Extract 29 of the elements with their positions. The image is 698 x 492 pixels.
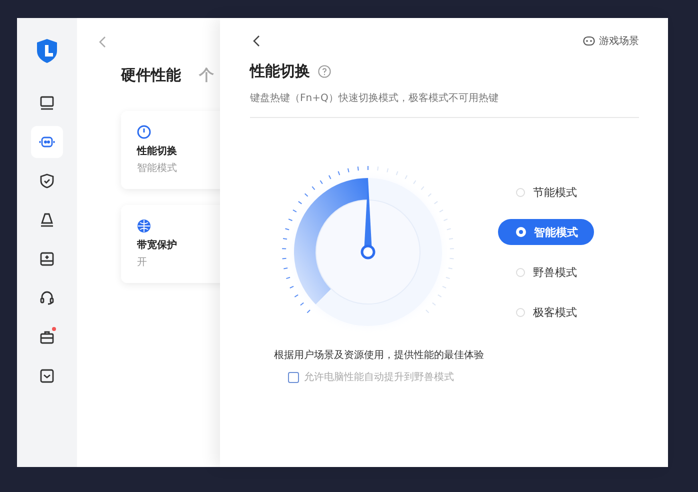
- gamepad-icon: [583, 36, 595, 46]
- hotkey-hint: 键盘热键（Fn+Q）快速切换模式，极客模式不可用热键: [250, 92, 500, 105]
- panel-title: 性能切换: [250, 62, 310, 81]
- mode-description: 根据用户场景及资源使用，提供性能的最佳体验: [274, 348, 485, 362]
- notification-dot: [52, 327, 56, 331]
- card-title: 性能切换: [137, 144, 178, 158]
- back-icon[interactable]: [253, 35, 261, 47]
- shield-check-icon: [39, 173, 55, 189]
- setting-card[interactable]: 带宽保护 开: [121, 205, 220, 283]
- inbox-icon: [39, 368, 55, 384]
- monitor-icon: [39, 95, 55, 111]
- mode-option[interactable]: 极客模式: [498, 299, 594, 325]
- clock-icon: [137, 125, 151, 139]
- mode-option[interactable]: 野兽模式: [498, 259, 594, 285]
- setting-card[interactable]: 性能切换 智能模式: [121, 111, 220, 189]
- card-value: 智能模式: [137, 162, 178, 175]
- section-tab[interactable]: 硬件性能: [121, 66, 181, 85]
- mode-option[interactable]: 节能模式: [498, 179, 594, 205]
- card-title: 带宽保护: [137, 238, 178, 252]
- card-value: 开: [137, 256, 148, 269]
- globe-icon: [137, 219, 151, 233]
- game-scene-link[interactable]: 游戏场景: [583, 34, 639, 48]
- mode-option[interactable]: 智能模式: [498, 219, 594, 245]
- help-icon[interactable]: [318, 65, 331, 78]
- briefcase-icon: [39, 329, 55, 345]
- shield-logo-icon: [35, 38, 59, 64]
- robot-icon: [39, 134, 55, 150]
- drive-icon: [39, 251, 55, 267]
- headset-icon: [39, 290, 55, 306]
